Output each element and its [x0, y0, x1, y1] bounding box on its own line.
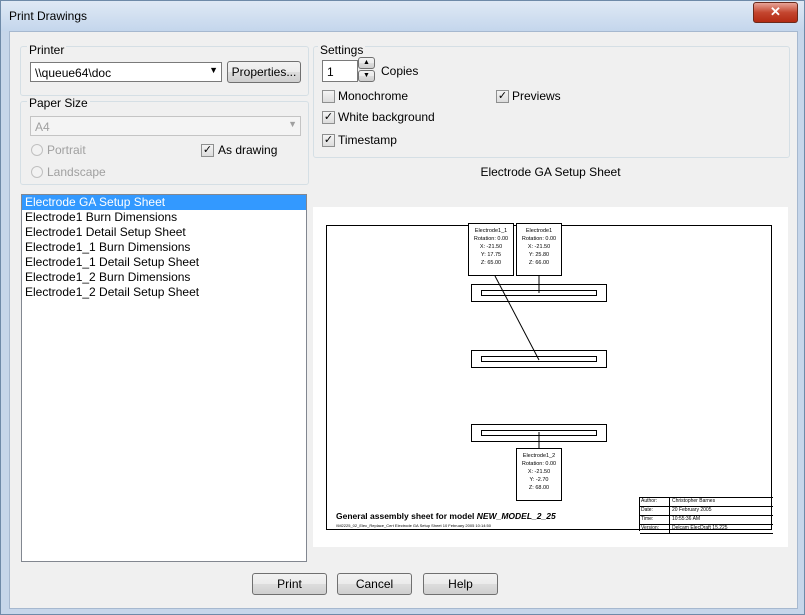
- as-drawing-label: As drawing: [218, 143, 278, 157]
- copies-value: 1: [327, 65, 334, 79]
- chevron-up-icon: ▲: [363, 59, 370, 66]
- previews-checkbox[interactable]: ✓: [496, 90, 509, 103]
- dialog-body: Printer \\queue64\doc ▼ Properties... Pa…: [9, 31, 798, 609]
- list-item[interactable]: Electrode1_1 Detail Setup Sheet: [22, 255, 306, 270]
- check-icon: ✓: [202, 144, 213, 156]
- cancel-button[interactable]: Cancel: [337, 573, 412, 595]
- print-button[interactable]: Print: [252, 573, 327, 595]
- portrait-radio[interactable]: [31, 144, 43, 156]
- close-button[interactable]: ✕: [753, 2, 798, 23]
- chevron-down-icon: ▼: [363, 72, 370, 79]
- electrode-card: Electrode1_2 Rotation: 0.00 X: -21.50 Y:…: [516, 448, 562, 501]
- white-background-checkbox[interactable]: ✓: [322, 111, 335, 124]
- copies-label: Copies: [381, 64, 419, 78]
- check-icon: ✓: [323, 111, 334, 123]
- timestamp-checkbox[interactable]: ✓: [322, 134, 335, 147]
- properties-button[interactable]: Properties...: [227, 61, 301, 83]
- electrode-bar: [471, 424, 607, 442]
- paper-size-group-label: Paper Size: [27, 96, 90, 110]
- printer-select[interactable]: \\queue64\doc ▼: [30, 62, 222, 82]
- window-title: Print Drawings: [9, 9, 88, 23]
- close-icon: ✕: [770, 4, 781, 19]
- previews-label: Previews: [512, 89, 561, 103]
- paper-size-select[interactable]: A4 ▼: [30, 116, 301, 136]
- list-item[interactable]: Electrode1_1 Burn Dimensions: [22, 240, 306, 255]
- check-icon: ✓: [323, 134, 334, 146]
- monochrome-label: Monochrome: [338, 89, 409, 103]
- print-drawings-dialog: Print Drawings ✕ Printer \\queue64\doc ▼…: [0, 0, 805, 615]
- model-name: NEW_MODEL_2_25: [476, 511, 556, 521]
- copies-input[interactable]: 1: [322, 60, 358, 82]
- drawing-preview: Electrode1_1 Rotation: 0.00 X: -21.50 Y:…: [313, 207, 788, 547]
- monochrome-checkbox[interactable]: [322, 90, 335, 103]
- preview-title: Electrode GA Setup Sheet: [480, 165, 621, 179]
- check-icon: ✓: [497, 90, 508, 102]
- printer-select-value: \\queue64\doc: [35, 66, 112, 80]
- list-item[interactable]: Electrode1_2 Detail Setup Sheet: [22, 285, 306, 300]
- list-item[interactable]: Electrode1 Burn Dimensions: [22, 210, 306, 225]
- copies-up-button[interactable]: ▲: [358, 57, 375, 69]
- chevron-down-icon: ▼: [209, 65, 218, 75]
- title-block-row: Author: Christopher Barnes: [640, 498, 773, 507]
- drawing-list[interactable]: Electrode GA Setup Sheet Electrode1 Burn…: [21, 194, 307, 562]
- electrode-bar: [471, 350, 607, 368]
- printer-group-label: Printer: [27, 43, 67, 57]
- timestamp-label: Timestamp: [338, 133, 397, 147]
- title-bar[interactable]: Print Drawings ✕: [1, 1, 804, 31]
- title-block-row: Version: Delcam ElecDraft 15.225: [640, 525, 773, 534]
- sheet-title: General assembly sheet for model NEW_MOD…: [336, 511, 556, 521]
- electrode-bar: [471, 284, 607, 302]
- title-block-row: Date: 20 February 2005: [640, 507, 773, 516]
- white-background-label: White background: [338, 110, 435, 124]
- chevron-down-icon: ▼: [288, 119, 297, 129]
- settings-group-label: Settings: [318, 43, 366, 57]
- title-block-row: Time: 10:55:36 AM: [640, 516, 773, 525]
- landscape-label: Landscape: [47, 165, 106, 179]
- portrait-label: Portrait: [47, 143, 86, 157]
- electrode-card: Electrode1_1 Rotation: 0.00 X: -21.50 Y:…: [468, 223, 514, 276]
- sheet-subtitle: \\M2225_02_Elec_Replace_Cert Electrode G…: [336, 523, 491, 528]
- title-block: Author: Christopher Barnes Date: 20 Februa…: [639, 497, 773, 534]
- help-button[interactable]: Help: [423, 573, 498, 595]
- list-item[interactable]: Electrode GA Setup Sheet: [22, 195, 306, 210]
- preview-sheet: Electrode1_1 Rotation: 0.00 X: -21.50 Y:…: [326, 223, 773, 534]
- list-item[interactable]: Electrode1_2 Burn Dimensions: [22, 270, 306, 285]
- paper-size-value: A4: [35, 120, 50, 134]
- as-drawing-checkbox[interactable]: ✓: [201, 144, 214, 157]
- copies-down-button[interactable]: ▼: [358, 70, 375, 82]
- electrode-card: Electrode1 Rotation: 0.00 X: -21.50 Y: 2…: [516, 223, 562, 276]
- list-item[interactable]: Electrode1 Detail Setup Sheet: [22, 225, 306, 240]
- landscape-radio[interactable]: [31, 166, 43, 178]
